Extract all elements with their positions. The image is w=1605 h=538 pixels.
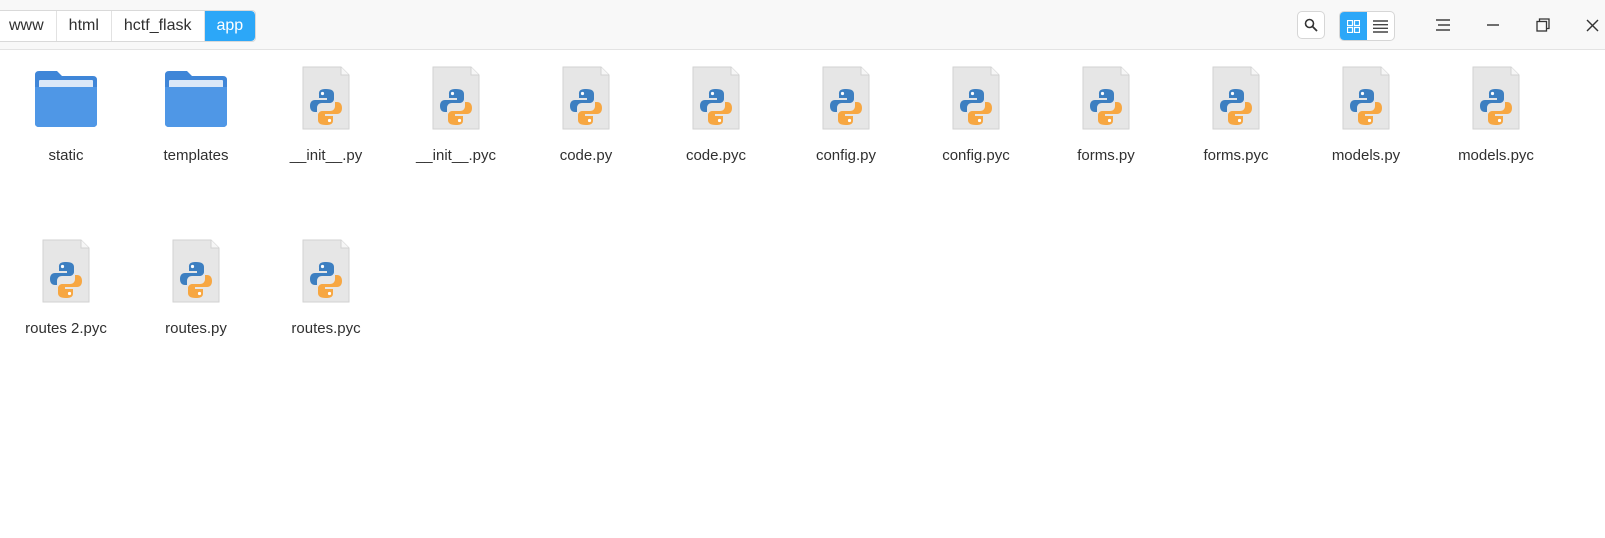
menu-icon bbox=[1436, 19, 1450, 31]
breadcrumb-item-app[interactable]: app bbox=[204, 11, 256, 41]
file-name-label: routes.py bbox=[165, 320, 227, 337]
python-file-icon bbox=[813, 65, 879, 131]
close-button[interactable] bbox=[1578, 11, 1605, 39]
python-file-icon bbox=[1203, 65, 1269, 131]
close-icon bbox=[1586, 19, 1598, 31]
grid-view-icon bbox=[1347, 19, 1360, 33]
python-file-icon bbox=[293, 65, 359, 131]
file-name-label: routes 2.pyc bbox=[25, 320, 107, 337]
python-file-icon bbox=[1073, 65, 1139, 131]
list-view-button[interactable] bbox=[1367, 12, 1394, 40]
search-button[interactable] bbox=[1297, 11, 1325, 39]
folder-icon bbox=[33, 65, 99, 131]
python-file-icon bbox=[423, 65, 489, 131]
python-file-icon bbox=[943, 65, 1009, 131]
python-file-icon bbox=[553, 65, 619, 131]
folder-item[interactable]: templates bbox=[131, 51, 261, 211]
file-item[interactable]: config.pyc bbox=[911, 51, 1041, 211]
file-name-label: code.py bbox=[559, 147, 613, 164]
file-item[interactable]: code.py bbox=[521, 51, 651, 211]
file-name-label: code.pyc bbox=[685, 147, 747, 164]
title-bar: www html hctf_flask app bbox=[0, 0, 1605, 50]
file-name-label: models.pyc bbox=[1458, 147, 1534, 164]
file-name-label: config.py bbox=[815, 147, 877, 164]
file-name-label: models.py bbox=[1331, 147, 1401, 164]
file-item[interactable]: forms.py bbox=[1041, 51, 1171, 211]
list-view-icon bbox=[1373, 19, 1388, 33]
minimize-button[interactable] bbox=[1479, 11, 1507, 39]
file-name-label: __init__.py bbox=[289, 147, 363, 164]
file-name-label: routes.pyc bbox=[291, 320, 361, 337]
file-item[interactable]: models.pyc bbox=[1431, 51, 1561, 211]
breadcrumb-item-hctf-flask[interactable]: hctf_flask bbox=[112, 11, 205, 41]
python-file-icon bbox=[1463, 65, 1529, 131]
file-name-label: static bbox=[48, 147, 84, 164]
minimize-icon bbox=[1487, 24, 1499, 26]
breadcrumb: www html hctf_flask app bbox=[0, 10, 257, 42]
file-item[interactable]: models.py bbox=[1301, 51, 1431, 211]
python-file-icon bbox=[33, 238, 99, 304]
python-file-icon bbox=[683, 65, 749, 131]
breadcrumb-item-html[interactable]: html bbox=[57, 11, 112, 41]
folder-item[interactable]: static bbox=[1, 51, 131, 211]
folder-icon bbox=[163, 65, 229, 131]
python-file-icon bbox=[293, 238, 359, 304]
file-item[interactable]: __init__.py bbox=[261, 51, 391, 211]
file-item[interactable]: routes.py bbox=[131, 224, 261, 384]
file-item[interactable]: code.pyc bbox=[651, 51, 781, 211]
python-file-icon bbox=[163, 238, 229, 304]
file-name-label: forms.py bbox=[1077, 147, 1135, 164]
search-icon bbox=[1304, 18, 1318, 32]
file-item[interactable]: forms.pyc bbox=[1171, 51, 1301, 211]
file-grid: static templates __init__.py __init__.py… bbox=[0, 51, 1605, 538]
file-name-label: forms.pyc bbox=[1203, 147, 1269, 164]
file-name-label: config.pyc bbox=[942, 147, 1010, 164]
icon-view-button[interactable] bbox=[1340, 12, 1367, 40]
view-mode-switch bbox=[1339, 11, 1395, 41]
file-item[interactable]: routes 2.pyc bbox=[1, 224, 131, 384]
python-file-icon bbox=[1333, 65, 1399, 131]
file-item[interactable]: config.py bbox=[781, 51, 911, 211]
main-menu-button[interactable] bbox=[1429, 11, 1457, 39]
restore-icon bbox=[1536, 18, 1550, 32]
file-name-label: __init__.pyc bbox=[415, 147, 497, 164]
breadcrumb-item-www[interactable]: www bbox=[0, 11, 57, 41]
file-item[interactable]: __init__.pyc bbox=[391, 51, 521, 211]
restore-button[interactable] bbox=[1529, 11, 1557, 39]
file-name-label: templates bbox=[163, 147, 229, 164]
file-item[interactable]: routes.pyc bbox=[261, 224, 391, 384]
